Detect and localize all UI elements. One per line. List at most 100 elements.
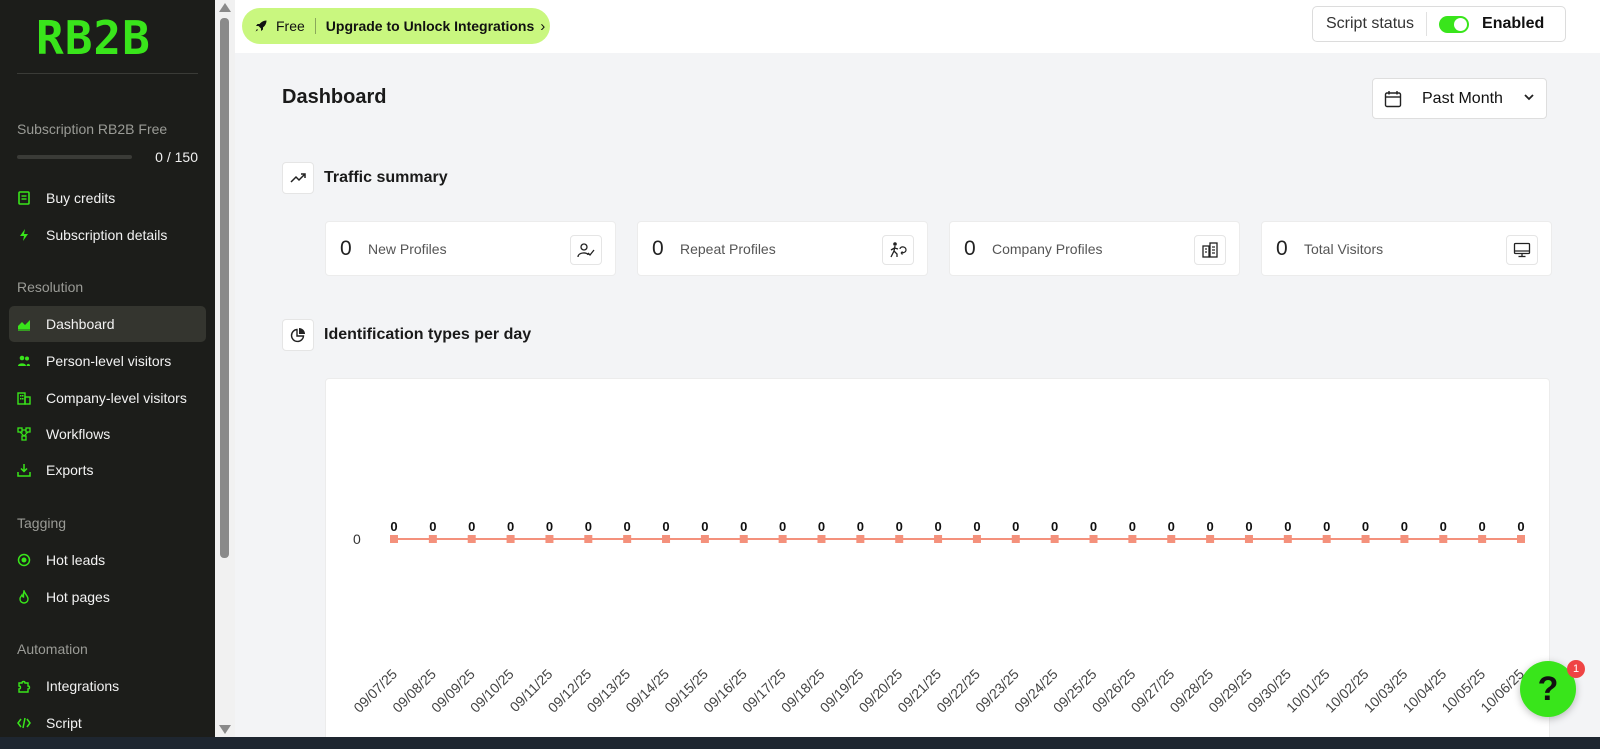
code-icon	[17, 716, 31, 730]
data-label: 0	[1323, 519, 1330, 534]
buildings-icon	[1194, 235, 1226, 265]
sidebar-item-script[interactable]: Script	[9, 705, 206, 741]
stat-label: Repeat Profiles	[680, 240, 776, 257]
data-label: 0	[585, 519, 592, 534]
data-point[interactable]	[1167, 535, 1176, 543]
data-label: 0	[934, 519, 941, 534]
script-toggle[interactable]	[1439, 15, 1470, 33]
data-point[interactable]	[623, 535, 632, 543]
stat-value: 0	[1276, 236, 1288, 260]
data-label: 0	[818, 519, 825, 534]
divider	[1426, 12, 1428, 36]
stat-card-company-profiles[interactable]: 0 Company Profiles	[949, 221, 1240, 276]
sidebar-item-label: Person-level visitors	[46, 353, 172, 369]
upgrade-banner[interactable]: Free Upgrade to Unlock Integrations ›	[242, 8, 550, 44]
data-label: 0	[779, 519, 786, 534]
sidebar-item-workflows[interactable]: Workflows	[9, 416, 206, 452]
sidebar: RB2B Subscription RB2B Free 0 / 150 Buy …	[0, 0, 215, 749]
data-point[interactable]	[1050, 535, 1059, 543]
stat-label: New Profiles	[368, 240, 447, 257]
data-point[interactable]	[1206, 535, 1215, 543]
sidebar-item-hot-pages[interactable]: Hot pages	[9, 579, 206, 615]
date-range-select[interactable]: Past Month	[1372, 78, 1547, 119]
data-point[interactable]	[856, 535, 865, 543]
data-point[interactable]	[390, 535, 398, 543]
data-label: 0	[896, 519, 903, 534]
data-label: 0	[1479, 519, 1486, 534]
stat-value: 0	[340, 236, 352, 260]
data-point[interactable]	[545, 535, 554, 543]
sidebar-item-label: Subscription details	[46, 227, 168, 243]
puzzle-icon	[17, 679, 31, 693]
rocket-icon	[254, 19, 268, 33]
data-point[interactable]	[428, 535, 437, 543]
x-tick-label: 09/10/25	[467, 666, 517, 716]
sidebar-item-exports[interactable]: Exports	[9, 452, 206, 488]
script-status-label: Script status	[1326, 15, 1415, 32]
sidebar-item-subscription-details[interactable]: Subscription details	[9, 217, 206, 253]
data-point[interactable]	[700, 535, 709, 543]
taskbar-strip	[0, 737, 1600, 749]
stat-card-repeat-profiles[interactable]: 0 Repeat Profiles	[637, 221, 928, 276]
data-label: 0	[1206, 519, 1213, 534]
section-label-resolution: Resolution	[17, 279, 84, 295]
chevron-right-icon: ›	[540, 17, 546, 35]
sidebar-item-label: Buy credits	[46, 190, 116, 206]
sidebar-item-label: Integrations	[46, 678, 120, 694]
stat-card-total-visitors[interactable]: 0 Total Visitors	[1261, 221, 1552, 276]
data-point[interactable]	[739, 535, 748, 543]
section-label-tagging: Tagging	[17, 515, 67, 531]
sidebar-item-company-level-visitors[interactable]: Company-level visitors	[9, 380, 206, 416]
scroll-thumb[interactable]	[220, 18, 229, 558]
data-point[interactable]	[1439, 535, 1448, 543]
data-point[interactable]	[1089, 535, 1098, 543]
sidebar-item-label: Company-level visitors	[46, 390, 187, 406]
data-point[interactable]	[895, 535, 904, 543]
stat-card-new-profiles[interactable]: 0 New Profiles	[325, 221, 616, 276]
credits-progress-bar	[17, 155, 132, 159]
scroll-up-arrow-icon[interactable]	[219, 3, 231, 12]
logo[interactable]: RB2B	[36, 15, 151, 61]
monitor-icon	[1506, 235, 1538, 265]
data-point[interactable]	[1517, 535, 1525, 543]
sidebar-item-hot-leads[interactable]: Hot leads	[9, 542, 206, 578]
sidebar-scrollbar[interactable]	[215, 0, 235, 737]
data-point[interactable]	[662, 535, 671, 543]
data-point[interactable]	[467, 535, 476, 543]
data-label: 0	[546, 519, 553, 534]
credits-count: 0 / 150	[155, 149, 198, 165]
data-label: 0	[1517, 519, 1524, 534]
trending-up-icon	[282, 162, 314, 194]
data-point[interactable]	[1011, 535, 1020, 543]
data-point[interactable]	[506, 535, 515, 543]
data-point[interactable]	[778, 535, 787, 543]
data-point[interactable]	[584, 535, 593, 543]
y-tick-label: 0	[353, 531, 361, 547]
data-point[interactable]	[817, 535, 826, 543]
user-check-icon	[570, 235, 602, 265]
data-label: 0	[1051, 519, 1058, 534]
data-point[interactable]	[1322, 535, 1331, 543]
identification-types-title: Identification types per day	[324, 326, 532, 343]
sidebar-item-integrations[interactable]: Integrations	[9, 668, 206, 704]
data-point[interactable]	[972, 535, 981, 543]
traffic-summary-title: Traffic summary	[324, 169, 448, 186]
divider	[314, 18, 316, 34]
stat-value: 0	[964, 236, 976, 260]
data-point[interactable]	[1400, 535, 1409, 543]
sidebar-item-label: Hot pages	[46, 589, 110, 605]
sidebar-item-dashboard[interactable]: Dashboard	[9, 306, 206, 342]
data-point[interactable]	[1361, 535, 1370, 543]
sidebar-item-label: Dashboard	[46, 316, 115, 332]
data-point[interactable]	[1283, 535, 1292, 543]
scroll-down-arrow-icon[interactable]	[219, 725, 231, 734]
data-point[interactable]	[1478, 535, 1487, 543]
data-point[interactable]	[1244, 535, 1253, 543]
sidebar-item-person-level-visitors[interactable]: Person-level visitors	[9, 343, 206, 379]
sidebar-item-buy-credits[interactable]: Buy credits	[9, 180, 206, 216]
data-point[interactable]	[934, 535, 943, 543]
users-icon	[17, 354, 31, 368]
upgrade-link[interactable]: Upgrade to Unlock Integrations	[326, 18, 534, 34]
data-point[interactable]	[1128, 535, 1137, 543]
data-label: 0	[1168, 519, 1175, 534]
